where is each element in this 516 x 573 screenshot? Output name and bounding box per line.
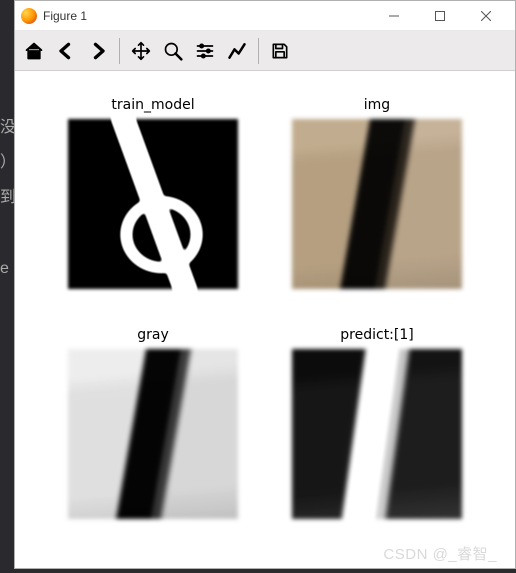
window-title: Figure 1 [43, 9, 87, 23]
app-icon [21, 8, 37, 24]
edit-button[interactable] [222, 36, 252, 66]
subplot-title: gray [137, 327, 169, 343]
minimize-icon [389, 11, 399, 21]
chart-line-icon [227, 41, 247, 61]
save-button[interactable] [265, 36, 295, 66]
back-button[interactable] [51, 36, 81, 66]
image-predict [292, 349, 462, 519]
image-gray [68, 349, 238, 519]
close-icon [481, 11, 491, 21]
image-train-model [68, 119, 238, 289]
sliders-icon [195, 41, 215, 61]
arrow-right-icon [88, 41, 108, 61]
matplotlib-toolbar [15, 31, 515, 71]
image-img [292, 119, 462, 289]
window-controls [371, 1, 509, 31]
subplot-grid: train_model img gray predict:[1] [59, 97, 471, 538]
forward-button[interactable] [83, 36, 113, 66]
maximize-icon [435, 11, 445, 21]
subplot-title: predict:[1] [340, 327, 413, 343]
move-icon [131, 41, 151, 61]
watermark-text: CSDN @_睿智_ [383, 543, 497, 564]
subplot-img: img [283, 97, 471, 309]
maximize-button[interactable] [417, 1, 463, 31]
figure-window: Figure 1 [14, 0, 516, 569]
home-button[interactable] [19, 36, 49, 66]
toolbar-separator [258, 38, 259, 64]
pan-button[interactable] [126, 36, 156, 66]
close-button[interactable] [463, 1, 509, 31]
arrow-left-icon [56, 41, 76, 61]
subplot-predict: predict:[1] [283, 327, 471, 539]
save-icon [270, 41, 290, 61]
subplot-title: train_model [111, 97, 194, 113]
subplot-gray: gray [59, 327, 247, 539]
subplot-title: img [364, 97, 390, 113]
subplot-train-model: train_model [59, 97, 247, 309]
figure-canvas[interactable]: train_model img gray predict:[1] CSDN @_… [15, 71, 515, 568]
toolbar-separator [119, 38, 120, 64]
zoom-icon [163, 41, 183, 61]
minimize-button[interactable] [371, 1, 417, 31]
home-icon [24, 41, 44, 61]
titlebar: Figure 1 [15, 1, 515, 31]
zoom-button[interactable] [158, 36, 188, 66]
configure-button[interactable] [190, 36, 220, 66]
